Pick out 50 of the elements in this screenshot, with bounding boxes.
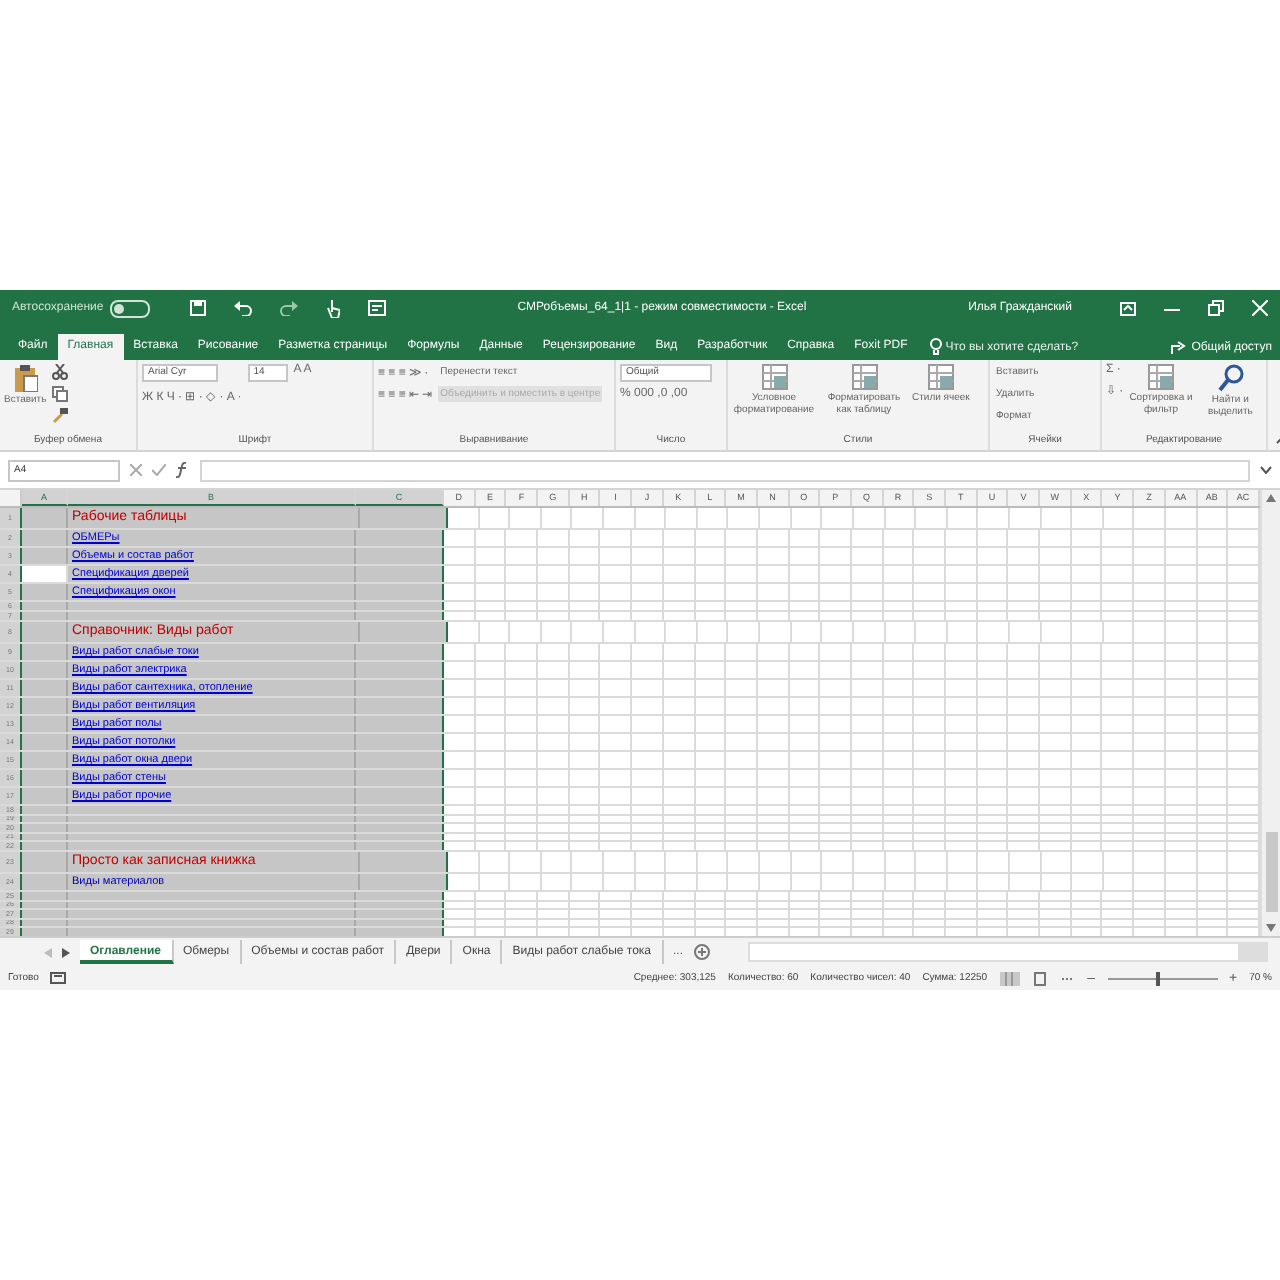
next-sheet-icon[interactable] (62, 947, 70, 957)
scroll-up-icon[interactable] (1266, 494, 1276, 502)
redo-icon[interactable] (279, 300, 298, 316)
table-cell[interactable] (22, 698, 68, 714)
table-cell[interactable] (22, 508, 68, 528)
undo-icon[interactable] (233, 300, 252, 316)
previous-sheet-icon[interactable] (44, 947, 52, 957)
table-cell[interactable] (22, 752, 68, 768)
table-cell[interactable] (22, 716, 68, 732)
scroll-thumb[interactable] (1265, 832, 1277, 912)
table-cell[interactable] (22, 530, 68, 546)
autosave-toggle[interactable] (109, 299, 150, 317)
cancel-icon[interactable] (130, 464, 142, 476)
table-cell (360, 852, 448, 872)
add-sheet-icon[interactable] (693, 944, 710, 960)
copy-icon[interactable] (52, 386, 69, 402)
table-cell[interactable] (22, 852, 68, 872)
search-icon (1217, 364, 1244, 392)
function-icon[interactable] (176, 462, 190, 478)
table-cell[interactable] (22, 644, 68, 660)
save-icon[interactable] (189, 300, 206, 316)
vertical-scrollbar[interactable] (1260, 490, 1280, 936)
touch-icon[interactable] (325, 299, 340, 317)
ribbon-options-icon[interactable] (1120, 301, 1136, 315)
table-cell[interactable] (22, 622, 68, 642)
page-layout-icon[interactable] (1031, 971, 1048, 985)
expand-icon[interactable] (1260, 466, 1272, 474)
horizontal-scrollbar[interactable] (747, 942, 1268, 962)
scissors-icon[interactable] (52, 364, 69, 380)
enter-icon[interactable] (152, 464, 166, 476)
normal-view-icon[interactable] (999, 971, 1020, 985)
restore-icon[interactable] (1208, 300, 1224, 316)
brush-icon[interactable] (52, 408, 69, 424)
table-cell[interactable] (22, 734, 68, 750)
table-cell (360, 622, 448, 642)
table-cell[interactable] (22, 928, 68, 935)
lightbulb-icon (929, 338, 942, 356)
table-cell[interactable] (22, 584, 68, 600)
table-cell[interactable] (22, 788, 68, 804)
share-icon (1169, 339, 1186, 355)
form-icon[interactable] (367, 300, 386, 316)
formula-field[interactable] (200, 459, 1250, 481)
table-cell[interactable] (22, 874, 68, 890)
table-cell[interactable] (22, 548, 68, 564)
scroll-down-icon[interactable] (1266, 924, 1276, 932)
table-cell[interactable] (22, 770, 68, 786)
close-icon[interactable] (1252, 300, 1268, 316)
table-cell[interactable] (22, 680, 68, 696)
table-cell[interactable] (22, 662, 68, 678)
macro-icon[interactable] (50, 972, 67, 984)
